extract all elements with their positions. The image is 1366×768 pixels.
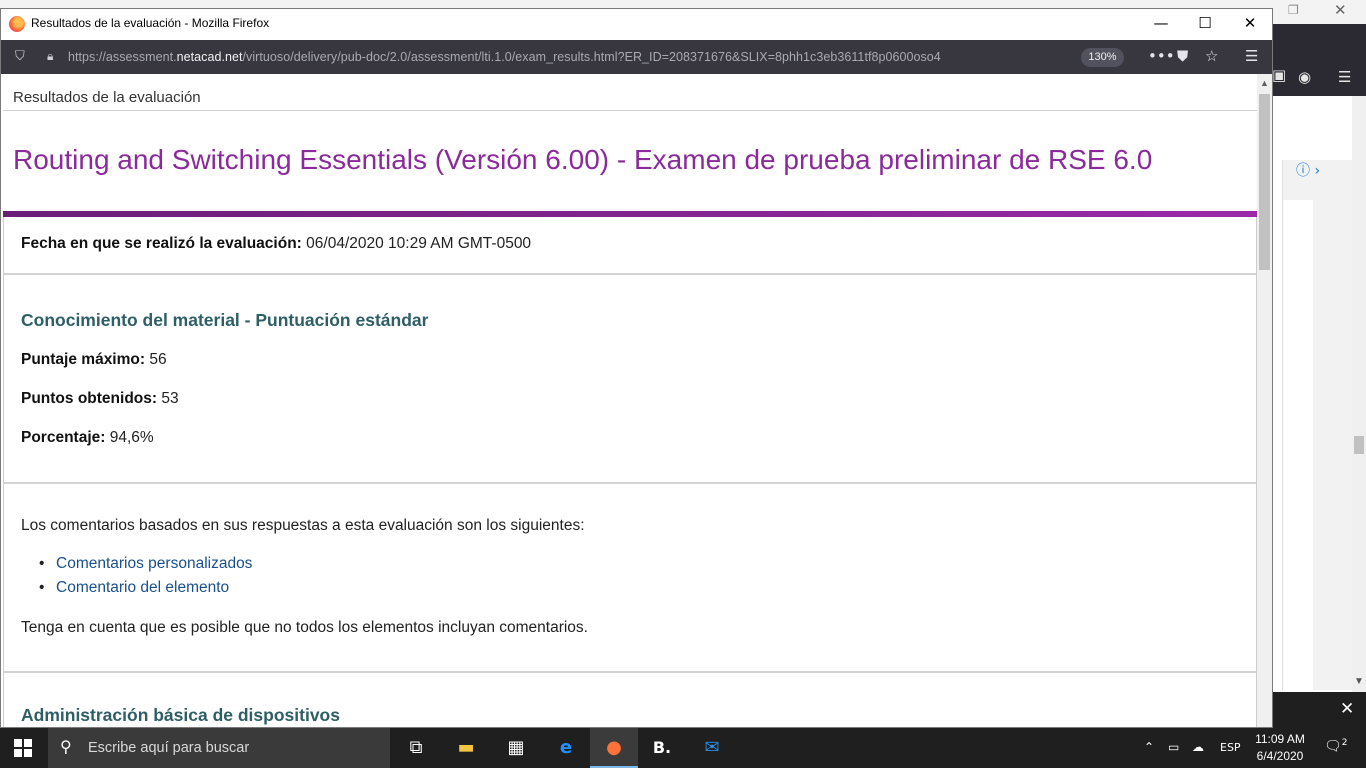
- item-feedback-link[interactable]: Comentario del elemento: [56, 579, 229, 596]
- chevron-up-icon[interactable]: ⌃: [1144, 740, 1154, 754]
- close-icon[interactable]: ✕: [1340, 699, 1354, 719]
- taskbar: ⚲ Escribe aquí para buscar ⧉ ▬ ▦ e ● B. …: [0, 728, 1366, 768]
- feedback-section: Los comentarios basados en sus respuesta…: [3, 484, 1257, 673]
- menu-icon[interactable]: ☰: [1338, 68, 1351, 86]
- tracking-protection-icon[interactable]: ⛉: [15, 49, 25, 64]
- network-icon[interactable]: ☁: [1192, 740, 1204, 754]
- device-admin-section: Administración básica de dispositivos: [3, 673, 1257, 727]
- mail-icon[interactable]: ✉: [688, 728, 736, 768]
- notification-count: 2: [1341, 738, 1348, 748]
- notification-center-icon[interactable]: 🗨︎2: [1324, 738, 1348, 755]
- minimize-button[interactable]: —: [1138, 9, 1184, 40]
- feedback-links: • Comentarios personalizados • Comentario …: [39, 552, 253, 600]
- search-placeholder: Escribe aquí para buscar: [88, 740, 250, 756]
- menu-icon[interactable]: ☰: [1245, 47, 1258, 65]
- battery-icon[interactable]: ▭: [1168, 740, 1179, 754]
- clock-date: 6/4/2020: [1256, 749, 1304, 763]
- taskbar-search[interactable]: ⚲ Escribe aquí para buscar: [48, 728, 390, 768]
- assessment-results-page: Resultados de la evaluación Routing and …: [3, 74, 1257, 727]
- clock[interactable]: 11:09 AM 6/4/2020: [1248, 731, 1312, 765]
- divider: [3, 110, 1257, 111]
- start-button[interactable]: [14, 739, 32, 757]
- search-icon: ⚲: [60, 737, 72, 756]
- url-bar[interactable]: ⛉ 🔒︎ https://assessment.netacad.net/virt…: [1, 40, 1272, 74]
- page-scrollbar[interactable]: ▲: [1257, 74, 1272, 727]
- feedback-note: Tenga en cuenta que es posible que no to…: [21, 619, 588, 636]
- zoom-indicator[interactable]: 130%: [1081, 48, 1124, 67]
- scrollbar-thumb[interactable]: [1354, 436, 1364, 454]
- pocket-icon[interactable]: ⛊: [1177, 47, 1188, 65]
- edge-icon[interactable]: e: [542, 728, 590, 768]
- firefox-taskbar-icon[interactable]: ●: [590, 728, 638, 768]
- url-text[interactable]: https://assessment.netacad.net/virtuoso/…: [68, 50, 941, 64]
- lock-icon[interactable]: 🔒︎: [47, 49, 53, 64]
- window-titlebar: Resultados de la evaluación - Mozilla Fi…: [1, 9, 1272, 40]
- file-explorer-icon[interactable]: ▬: [442, 728, 490, 768]
- account-icon[interactable]: ◉: [1298, 68, 1311, 86]
- assessment-date: Fecha en que se realizó la evaluación: 0…: [21, 235, 532, 252]
- scroll-down-arrow-icon[interactable]: ▼: [1354, 676, 1364, 687]
- firefox-window: Resultados de la evaluación - Mozilla Fi…: [0, 8, 1273, 728]
- list-item: • Comentarios personalizados: [39, 555, 253, 572]
- background-toolbar: ▣ ◉ ☰: [1272, 24, 1366, 96]
- knowledge-heading: Conocimiento del material - Puntuación e…: [21, 310, 429, 330]
- scroll-up-arrow-icon[interactable]: ▲: [1260, 78, 1269, 88]
- app-b-icon[interactable]: B.: [638, 728, 686, 768]
- task-view-icon[interactable]: ⧉: [392, 728, 440, 768]
- close-button[interactable]: ✕: [1227, 9, 1272, 40]
- language-indicator[interactable]: ESP: [1220, 741, 1241, 754]
- knowledge-section: Conocimiento del material - Puntuación e…: [3, 275, 1257, 484]
- background-scrollbar[interactable]: ▼: [1352, 96, 1366, 692]
- notification-bar: ✕: [1272, 692, 1366, 728]
- restore-icon[interactable]: ❐: [1288, 3, 1299, 17]
- clock-time: 11:09 AM: [1255, 732, 1305, 746]
- earned-points: Puntos obtenidos: 53: [21, 390, 179, 407]
- bookmark-star-icon[interactable]: ☆: [1205, 47, 1218, 65]
- firefox-logo-icon: [9, 16, 25, 32]
- info-icon[interactable]: ⓘ ›: [1296, 160, 1320, 180]
- extension-icon[interactable]: ▣: [1272, 66, 1286, 84]
- page-title: Routing and Switching Essentials (Versió…: [13, 144, 1153, 175]
- list-item: • Comentario del elemento: [39, 579, 230, 596]
- date-section: Fecha en que se realizó la evaluación: 0…: [3, 217, 1257, 275]
- background-ad-panel: [1282, 160, 1354, 690]
- percentage: Porcentaje: 94,6%: [21, 429, 154, 446]
- section-heading: Administración básica de dispositivos: [21, 705, 340, 725]
- store-icon[interactable]: ▦: [492, 728, 540, 768]
- feedback-intro: Los comentarios basados en sus respuesta…: [21, 517, 585, 534]
- more-actions-icon[interactable]: •••: [1148, 47, 1175, 65]
- custom-feedback-link[interactable]: Comentarios personalizados: [56, 555, 252, 572]
- scrollbar-thumb[interactable]: [1259, 94, 1270, 270]
- maximize-button[interactable]: ☐: [1182, 9, 1228, 40]
- page-viewport: Resultados de la evaluación Routing and …: [1, 74, 1272, 727]
- close-icon[interactable]: ✕: [1334, 1, 1347, 19]
- max-score: Puntaje máximo: 56: [21, 351, 167, 368]
- window-title: Resultados de la evaluación - Mozilla Fi…: [31, 16, 270, 30]
- breadcrumb: Resultados de la evaluación: [13, 89, 201, 106]
